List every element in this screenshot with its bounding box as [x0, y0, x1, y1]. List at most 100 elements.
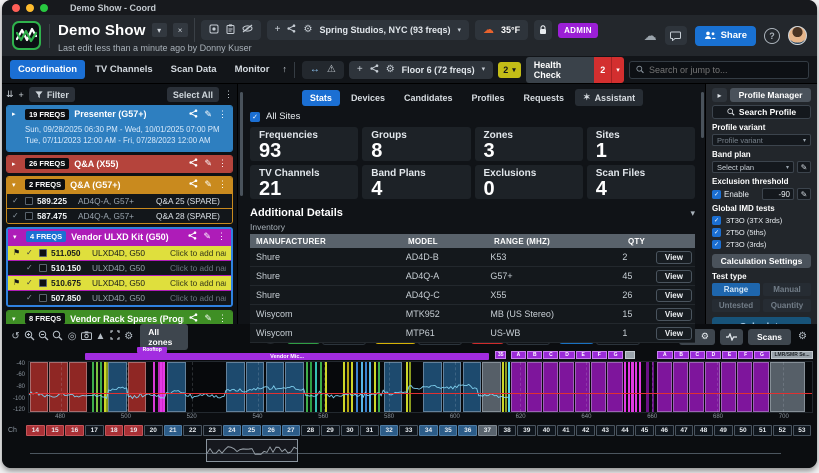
imd-checkbox[interactable]: ✓ [712, 228, 721, 237]
imd-test-2t5o-5ths-[interactable]: ✓2T5O (5ths) [712, 227, 811, 237]
reset-zoom-icon[interactable]: ◎ [67, 332, 78, 342]
tv-channel-35[interactable]: 35 [439, 425, 458, 436]
channel-name[interactable]: Click to add name [170, 278, 226, 288]
tv-channel-15[interactable]: 15 [46, 425, 65, 436]
freq-row[interactable]: ✓589.225AD4Q-A, G57+Q&A 25 (SPARE) [7, 193, 232, 208]
imd-test-3t3o-3tx-3rds-[interactable]: ✓3T3O (3TX 3rds) [712, 215, 811, 225]
peak-marker-icon[interactable]: ▲ [95, 332, 106, 342]
venue-selector[interactable]: + ⚙ Spring Studios, NYC (93 freqs) ▾ [267, 20, 469, 40]
tv-channel-41[interactable]: 41 [557, 425, 576, 436]
tv-channel-27[interactable]: 27 [282, 425, 301, 436]
test-type-manual[interactable]: Manual [763, 283, 811, 296]
minimap-viewport[interactable] [206, 439, 298, 462]
tv-channel-32[interactable]: 32 [380, 425, 399, 436]
cloud-sync-icon[interactable]: ☁ [644, 28, 657, 44]
chevron-right-icon[interactable]: ▸ [12, 110, 20, 118]
warning-icon[interactable]: ⚠ [327, 65, 336, 75]
group-header[interactable]: ▾8 FREQSVendor Rack Spares (Programmed)✎… [7, 311, 232, 324]
zoom-in-icon[interactable] [24, 330, 35, 344]
center-right-scrollbar[interactable] [701, 92, 704, 138]
show-dropdown-button[interactable]: ▾ [152, 23, 167, 37]
freq-row[interactable]: ⚑✓510.675ULXD4D, G50Click to add name [8, 275, 231, 290]
trace-tools-button[interactable] [720, 329, 743, 345]
global-search[interactable] [629, 61, 809, 79]
enable-checkbox[interactable]: ✓ [712, 190, 721, 199]
scans-button[interactable]: Scans [748, 329, 791, 345]
search-input[interactable] [649, 65, 802, 75]
group-header[interactable]: ▾2 FREQSQ&A (G57+)✎⋮ [7, 177, 232, 193]
group-header[interactable]: ▾4 FREQSVendor ULXD Kit (G50)✎⋮ [8, 229, 231, 245]
band-plan-edit-icon[interactable]: ✎ [797, 161, 811, 173]
kebab-icon[interactable]: ⋮ [217, 232, 226, 241]
nav-tab-coordination[interactable]: Coordination [10, 60, 85, 79]
row-checkbox[interactable] [39, 279, 47, 287]
imd-checkbox[interactable]: ✓ [712, 240, 721, 249]
share-icon[interactable] [188, 231, 197, 242]
auto-scale-icon[interactable]: ↺ [10, 332, 21, 342]
kebab-icon[interactable]: ⋮ [218, 314, 227, 323]
tv-channel-50[interactable]: 50 [734, 425, 753, 436]
share-button[interactable]: Share [695, 26, 756, 46]
tv-channel-23[interactable]: 23 [203, 425, 222, 436]
share-nodes-icon[interactable] [287, 24, 296, 36]
gear-icon[interactable]: ⚙ [303, 25, 312, 35]
clipboard-edit-icon[interactable] [226, 24, 235, 37]
tv-channel-42[interactable]: 42 [576, 425, 595, 436]
freq-row[interactable]: ✓510.150ULXD4D, G50Click to add name [8, 260, 231, 275]
group-header[interactable]: ▸19 FREQSPresenter (G57+)✎⋮ [7, 106, 232, 122]
kebab-icon[interactable]: ⋮ [218, 180, 227, 189]
health-check-button[interactable]: Health Check [526, 57, 594, 83]
floor-warning-badge[interactable]: 2 ▾ [498, 62, 521, 78]
chevron-down-icon[interactable]: ▾ [13, 233, 21, 241]
eye-slash-icon[interactable] [242, 24, 253, 36]
channel-name[interactable]: Click to add name [170, 248, 226, 258]
calculate-button[interactable]: Calculate [712, 317, 811, 324]
group-header[interactable]: ▸26 FREQSQ&A (X55)✎⋮ [7, 156, 232, 172]
zone-selector[interactable]: + ⚙ Floor 6 (72 freqs) ▾ [349, 61, 493, 79]
chevron-right-icon[interactable]: ▸ [12, 160, 20, 168]
threshold-edit-icon[interactable]: ✎ [797, 188, 811, 200]
maximize-window-button[interactable] [40, 4, 48, 12]
edit-icon[interactable]: ✎ [204, 314, 212, 323]
tv-channel-24[interactable]: 24 [223, 425, 242, 436]
tv-channel-20[interactable]: 20 [144, 425, 163, 436]
user-avatar[interactable] [788, 26, 807, 45]
flag-icon[interactable]: ⚑ [13, 278, 22, 287]
select-all-button[interactable]: Select All [167, 87, 219, 102]
spectrum-plot[interactable] [28, 361, 813, 413]
row-checkbox[interactable] [39, 294, 47, 302]
nav-tab-tv-channels[interactable]: TV Channels [87, 60, 161, 79]
all-sites-checkbox[interactable]: ✓ [250, 112, 260, 122]
fullscreen-icon[interactable] [109, 330, 120, 343]
share-icon[interactable] [189, 313, 198, 324]
imd-checkbox[interactable]: ✓ [712, 216, 721, 225]
tab-devices[interactable]: Devices [343, 90, 393, 106]
tv-channel-16[interactable]: 16 [65, 425, 84, 436]
row-checkbox[interactable] [39, 249, 47, 257]
gear-icon[interactable]: ⚙ [386, 65, 395, 75]
tab-requests[interactable]: Requests [516, 90, 573, 106]
tv-channel-25[interactable]: 25 [242, 425, 261, 436]
vendor-group-bar[interactable]: Vendor Mic... [85, 353, 490, 360]
all-zones-button[interactable]: All zones [140, 324, 188, 350]
test-type-range[interactable]: Range [712, 283, 760, 296]
up-arrow-icon[interactable]: ↑ [282, 65, 287, 74]
inventory-view-button[interactable]: View [656, 289, 692, 302]
tab-profiles[interactable]: Profiles [463, 90, 512, 106]
center-left-scrollbar[interactable] [240, 92, 243, 196]
edit-icon[interactable]: ✎ [204, 180, 212, 189]
tab-stats[interactable]: Stats [302, 90, 340, 106]
add-group-icon[interactable]: + [19, 90, 24, 100]
nav-tab-monitor[interactable]: Monitor [227, 60, 278, 79]
tv-channel-39[interactable]: 39 [517, 425, 536, 436]
spectrum-minimap[interactable] [10, 437, 809, 465]
profile-variant-select[interactable]: Profile variant ▾ [712, 134, 811, 146]
lock-icon[interactable] [534, 20, 552, 40]
additional-details-header[interactable]: Additional Details ▾ [250, 207, 695, 219]
add-icon[interactable]: + [275, 25, 281, 35]
help-icon[interactable]: ? [764, 28, 780, 44]
share-icon[interactable] [189, 158, 198, 169]
spectrum-settings-icon[interactable]: ⚙ [123, 332, 134, 342]
calculation-settings-button[interactable]: Calculation Settings [712, 254, 811, 268]
tv-channel-45[interactable]: 45 [635, 425, 654, 436]
